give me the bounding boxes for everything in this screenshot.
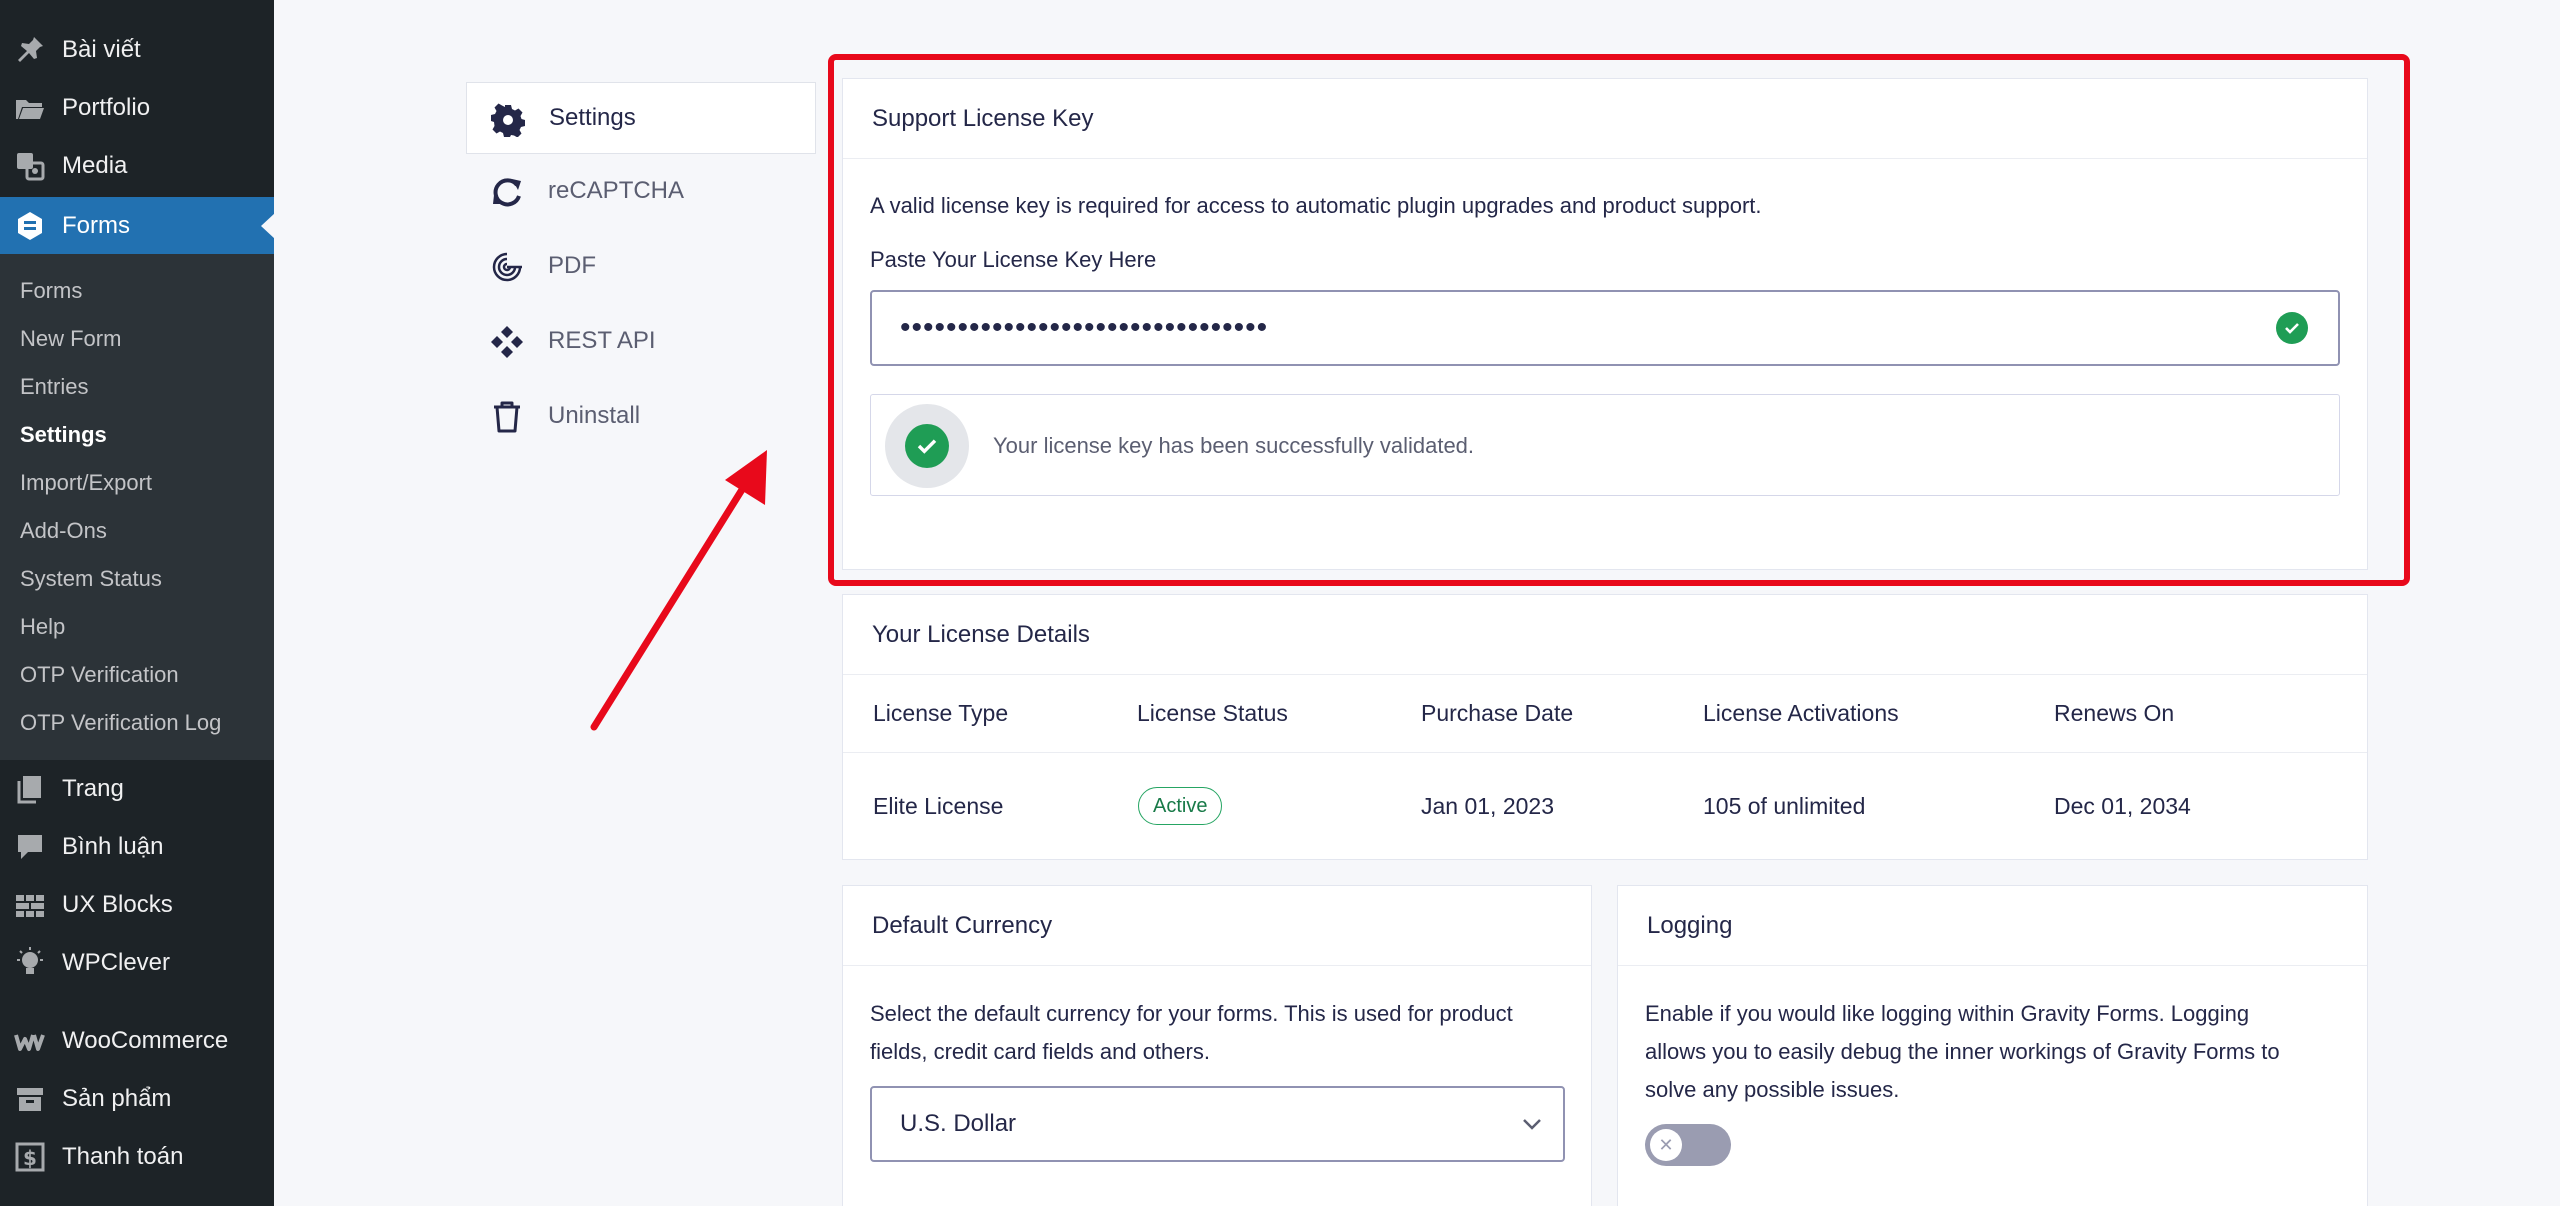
menu-item-comments[interactable]: Bình luận [0,818,274,876]
cell-activations: 105 of unlimited [1703,793,1866,819]
nav-rest-api[interactable]: REST API [466,305,816,377]
menu-item-ux-blocks[interactable]: UX Blocks [0,876,274,934]
logging-description-line-1: Enable if you would like logging within … [1645,1001,2250,1026]
svg-text:$: $ [23,1146,37,1170]
license-details-panel: Your License Details [842,594,2368,860]
api-icon [490,325,524,359]
menu-label: Bình luận [62,833,164,860]
logging-description-line-3: solve any possible issues. [1645,1077,1900,1102]
status-badge: Active [1138,787,1223,825]
menu-item-wpclever[interactable]: WPClever [0,934,274,992]
pin-icon [14,34,46,66]
table-divider [843,752,2367,753]
menu-label: Media [62,152,128,179]
cell-purchase-date: Jan 01, 2023 [1421,793,1555,819]
submenu-help[interactable]: Help [20,614,65,640]
menu-item-posts[interactable]: Bài viết [0,21,274,79]
submenu-otp-verification[interactable]: OTP Verification [20,662,179,688]
col-renews-on: Renews On [2054,700,2175,726]
menu-label: UX Blocks [62,891,173,918]
archive-icon [14,1083,46,1115]
menu-item-woocommerce[interactable]: WooCommerce [0,1012,274,1070]
menu-label: Bài viết [62,36,141,63]
dollar-icon: $ [14,1141,46,1173]
menu-item-payments[interactable]: $ Thanh toán [0,1128,274,1186]
folder-icon [14,92,46,124]
currency-selected-value: U.S. Dollar [900,1110,1017,1137]
submenu-add-ons[interactable]: Add-Ons [20,518,107,544]
gravity-forms-icon [14,210,46,242]
menu-label: WPClever [62,949,171,976]
submenu-import-export[interactable]: Import/Export [20,470,152,496]
cell-renews-on: Dec 01, 2034 [2054,793,2191,819]
submenu-system-status[interactable]: System Status [20,566,162,592]
col-license-type: License Type [873,700,1009,726]
currency-select[interactable]: U.S. Dollar [870,1086,1565,1162]
menu-item-forms[interactable]: Forms [0,197,275,255]
menu-label: Sản phẩm [62,1085,172,1112]
submenu-new-form[interactable]: New Form [20,326,121,352]
col-license-status: License Status [1137,700,1288,726]
woocommerce-icon [14,1025,46,1057]
menu-item-portfolio[interactable]: Portfolio [0,79,274,137]
logging-toggle[interactable]: ✕ [1645,1124,1731,1166]
annotation-highlight-box [828,54,2410,586]
nav-label: reCAPTCHA [548,177,685,204]
logging-description-line-2: allows you to easily debug the inner wor… [1645,1039,2280,1064]
menu-label: Trang [62,775,124,802]
bulb-icon [14,947,46,979]
cell-license-type: Elite License [873,793,1004,819]
menu-label: Forms [62,212,130,239]
chevron-down-icon [1521,1113,1543,1135]
submenu-forms[interactable]: Forms [20,278,82,304]
currency-description-line-1: Select the default currency for your for… [870,1001,1513,1026]
panel-title: Logging [1618,886,2367,966]
menu-label: Thanh toán [62,1143,184,1170]
currency-description-line-2: fields, credit card fields and others. [870,1039,1210,1064]
panel-title: Your License Details [843,595,2367,675]
nav-settings[interactable]: Settings [466,82,816,154]
panel-title: Default Currency [843,886,1591,966]
submenu-otp-verification-log[interactable]: OTP Verification Log [20,710,221,736]
menu-label: WooCommerce [62,1027,229,1054]
menu-item-pages[interactable]: Trang [0,760,274,818]
gear-icon [491,103,525,137]
submenu-entries[interactable]: Entries [20,374,88,400]
menu-item-products[interactable]: Sản phẩm [0,1070,274,1128]
trash-icon [490,400,524,434]
submenu-settings[interactable]: Settings [20,422,107,448]
forms-submenu: Forms New Form Entries Settings Import/E… [0,254,274,760]
page-icon [14,773,46,805]
nav-label: Uninstall [548,402,641,429]
nav-pdf[interactable]: PDF [466,230,816,302]
menu-item-media[interactable]: Media [0,137,274,195]
current-menu-arrow [261,213,275,239]
media-icon [14,150,46,182]
nav-label: PDF [548,252,596,279]
nav-label: REST API [548,327,656,354]
menu-label: Portfolio [62,94,151,121]
nav-label: Settings [549,104,636,131]
pdf-icon [490,250,524,284]
blocks-icon [14,889,46,921]
admin-sidebar: Bài viết Portfolio Media Forms Forms New… [0,0,275,1206]
nav-recaptcha[interactable]: reCAPTCHA [466,155,816,227]
comment-icon [14,831,46,863]
col-license-activations: License Activations [1703,700,1899,726]
col-purchase-date: Purchase Date [1421,700,1574,726]
close-icon: ✕ [1650,1129,1682,1161]
recaptcha-icon [490,175,524,209]
nav-uninstall[interactable]: Uninstall [466,380,816,452]
